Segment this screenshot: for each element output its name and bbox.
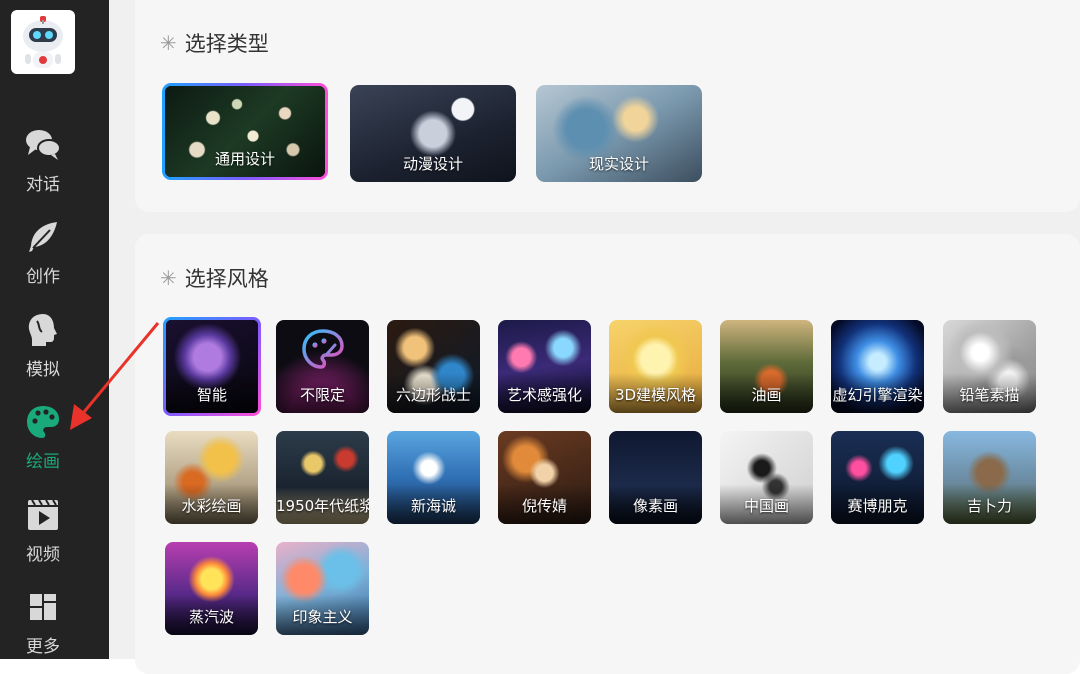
- type-card-label: 动漫设计: [402, 155, 463, 173]
- style-card-label: 3D建模风格: [614, 386, 697, 404]
- style-card-cyberpunk[interactable]: 赛博朋克: [831, 431, 924, 524]
- style-card-pencil-sketch[interactable]: 铅笔素描: [943, 320, 1036, 413]
- chat-bubbles-icon: [26, 130, 61, 160]
- style-card-1950s-pulp[interactable]: 1950年代纸浆: [276, 431, 369, 524]
- style-card-art-enhance[interactable]: 艺术感强化: [498, 320, 591, 413]
- style-card-3d-modeling[interactable]: 3D建模风格: [609, 320, 702, 413]
- grid-more-icon: [30, 594, 56, 620]
- style-card-label: 智能: [196, 386, 227, 404]
- style-card-label: 不限定: [299, 386, 345, 404]
- type-section-title: 选择类型: [184, 32, 269, 56]
- style-card-label: 水彩绘画: [181, 497, 242, 515]
- sidebar-item-chat[interactable]: 对话: [0, 126, 86, 195]
- type-card-anime[interactable]: 动漫设计: [350, 85, 516, 182]
- section-title: ✳ 选择类型: [160, 28, 269, 58]
- film-play-icon: [28, 499, 58, 530]
- style-card-oil-painting[interactable]: 油画: [720, 320, 813, 413]
- style-section-title: 选择风格: [184, 267, 269, 291]
- asterisk-icon: ✳: [160, 266, 177, 290]
- style-card-ghibli[interactable]: 吉卜力: [943, 431, 1036, 524]
- style-card-chinese-painting[interactable]: 中国画: [720, 431, 813, 524]
- main-content: ✳ 选择类型 通用设计 动漫设计 现实设计 ✳ 选择风格 智能 不限定 六边形战…: [109, 0, 1080, 674]
- style-card-shinkai[interactable]: 新海诚: [387, 431, 480, 524]
- sidebar-item-simulate[interactable]: 模拟: [0, 311, 86, 380]
- style-card-label: 油画: [751, 386, 782, 404]
- sidebar-item-label: 模拟: [26, 360, 60, 380]
- style-card-label: 像素画: [632, 497, 678, 515]
- style-card-hexagon-warrior[interactable]: 六边形战士: [387, 320, 480, 413]
- sidebar-item-label: 绘画: [26, 452, 60, 472]
- style-card-label: 新海诚: [410, 497, 456, 515]
- style-card-ni-chuanjing[interactable]: 倪传婧: [498, 431, 591, 524]
- palette-outline-icon: [302, 329, 344, 369]
- style-card-unreal-engine[interactable]: 虚幻引擎渲染: [831, 320, 924, 413]
- style-section: ✳ 选择风格 智能 不限定 六边形战士 艺术感强化 3D建模风格 油画 虚幻引擎…: [135, 234, 1080, 674]
- style-card-label: 中国画: [743, 497, 789, 515]
- style-card-label: 艺术感强化: [506, 386, 582, 404]
- style-card-watercolor[interactable]: 水彩绘画: [165, 431, 258, 524]
- type-section: ✳ 选择类型 通用设计 动漫设计 现实设计: [135, 0, 1080, 212]
- style-card-label: 赛博朋克: [847, 497, 908, 515]
- sidebar-item-label: 更多: [26, 637, 60, 657]
- style-card-label: 虚幻引擎渲染: [832, 386, 923, 404]
- style-card-unlimited[interactable]: 不限定: [276, 320, 369, 413]
- style-card-label: 吉卜力: [966, 497, 1012, 515]
- style-card-vaporwave[interactable]: 蒸汽波: [165, 542, 258, 635]
- style-card-smart[interactable]: 智能: [163, 317, 261, 416]
- type-card-label: 现实设计: [588, 155, 649, 173]
- type-card-realistic[interactable]: 现实设计: [536, 85, 702, 182]
- sidebar-item-paint[interactable]: 绘画: [0, 403, 86, 472]
- style-card-label: 蒸汽波: [188, 608, 234, 626]
- style-card-label: 倪传婧: [521, 497, 567, 515]
- sidebar-item-create[interactable]: 创作: [0, 218, 86, 287]
- sidebar-item-label: 视频: [26, 545, 60, 565]
- style-card-pixel-art[interactable]: 像素画: [609, 431, 702, 524]
- style-card-label: 铅笔素描: [959, 386, 1020, 404]
- feather-icon: [29, 222, 57, 252]
- section-title: ✳ 选择风格: [160, 263, 269, 293]
- style-card-label: 六边形战士: [395, 386, 471, 404]
- sidebar-item-video[interactable]: 视频: [0, 496, 86, 565]
- style-card-label: 1950年代纸浆: [276, 497, 369, 515]
- style-card-label: 印象主义: [292, 608, 353, 626]
- sidebar-item-more[interactable]: 更多: [0, 588, 86, 657]
- sidebar-item-label: 对话: [26, 175, 60, 195]
- sidebar: 对话 创作 模拟 绘画 视频 更多: [0, 0, 109, 659]
- robot-logo[interactable]: [11, 10, 75, 74]
- type-card-general[interactable]: 通用设计: [162, 83, 328, 180]
- head-profile-icon: [28, 314, 57, 346]
- sidebar-item-label: 创作: [26, 267, 60, 287]
- style-card-impressionism[interactable]: 印象主义: [276, 542, 369, 635]
- asterisk-icon: ✳: [160, 31, 177, 55]
- palette-icon: [27, 406, 59, 438]
- type-card-label: 通用设计: [214, 150, 275, 168]
